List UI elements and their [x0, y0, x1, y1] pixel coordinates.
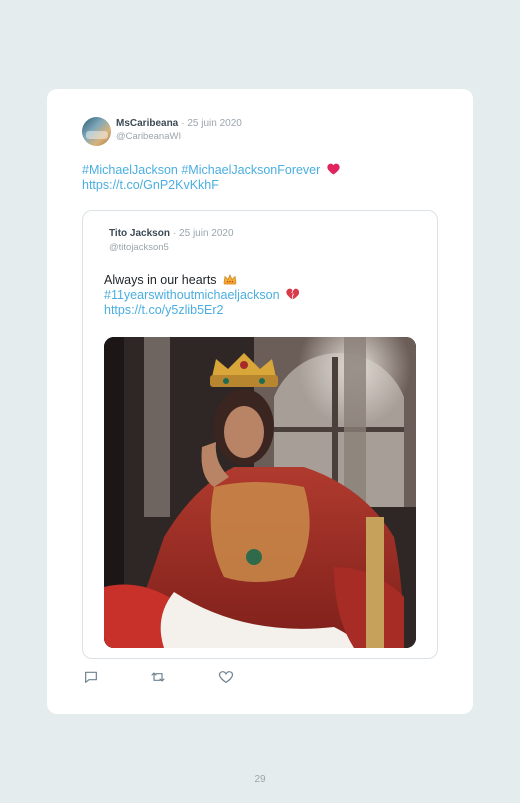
author-name[interactable]: MsCaribeana: [116, 118, 178, 129]
like-icon[interactable]: [218, 669, 234, 685]
quoted-tweet[interactable]: Tito Jackson · 25 juin 2020 @titojackson5…: [82, 210, 438, 659]
red-heart-icon: [323, 163, 340, 177]
quoted-text: Always in our hearts #11yearswithoutmich…: [104, 273, 300, 318]
quoted-author-name[interactable]: Tito Jackson: [109, 228, 170, 239]
quoted-hashtag-link[interactable]: #11yearswithoutmichaeljackson: [104, 288, 280, 302]
broken-heart-icon: [283, 288, 300, 302]
author-handle: @CaribeanaWI: [116, 131, 182, 142]
page-number: 29: [254, 774, 266, 785]
tweet-link[interactable]: https://t.co/GnP2KvKkhF: [82, 178, 340, 193]
quoted-text-line: Always in our hearts: [104, 273, 217, 287]
quoted-author-handle: @titojackson5: [109, 242, 169, 253]
reply-icon[interactable]: [83, 669, 99, 685]
avatar[interactable]: [82, 117, 111, 146]
tweet-card: MsCaribeana · 25 juin 2020 @CaribeanaWI #…: [47, 89, 473, 714]
quoted-author-line: Tito Jackson · 25 juin 2020: [109, 228, 234, 239]
retweet-icon[interactable]: [150, 669, 166, 685]
tweet-date: · 25 juin 2020: [181, 118, 242, 129]
portrait-image: [104, 337, 416, 648]
author-line: MsCaribeana · 25 juin 2020: [116, 118, 242, 129]
tweet-text: #MichaelJackson #MichaelJacksonForever h…: [82, 163, 340, 193]
hashtags-link[interactable]: #MichaelJackson #MichaelJacksonForever: [82, 163, 320, 177]
crown-icon: [220, 273, 237, 287]
quoted-link[interactable]: https://t.co/y5zlib5Er2: [104, 303, 299, 318]
quoted-date: · 25 juin 2020: [172, 228, 234, 239]
quoted-photo[interactable]: [104, 337, 416, 648]
